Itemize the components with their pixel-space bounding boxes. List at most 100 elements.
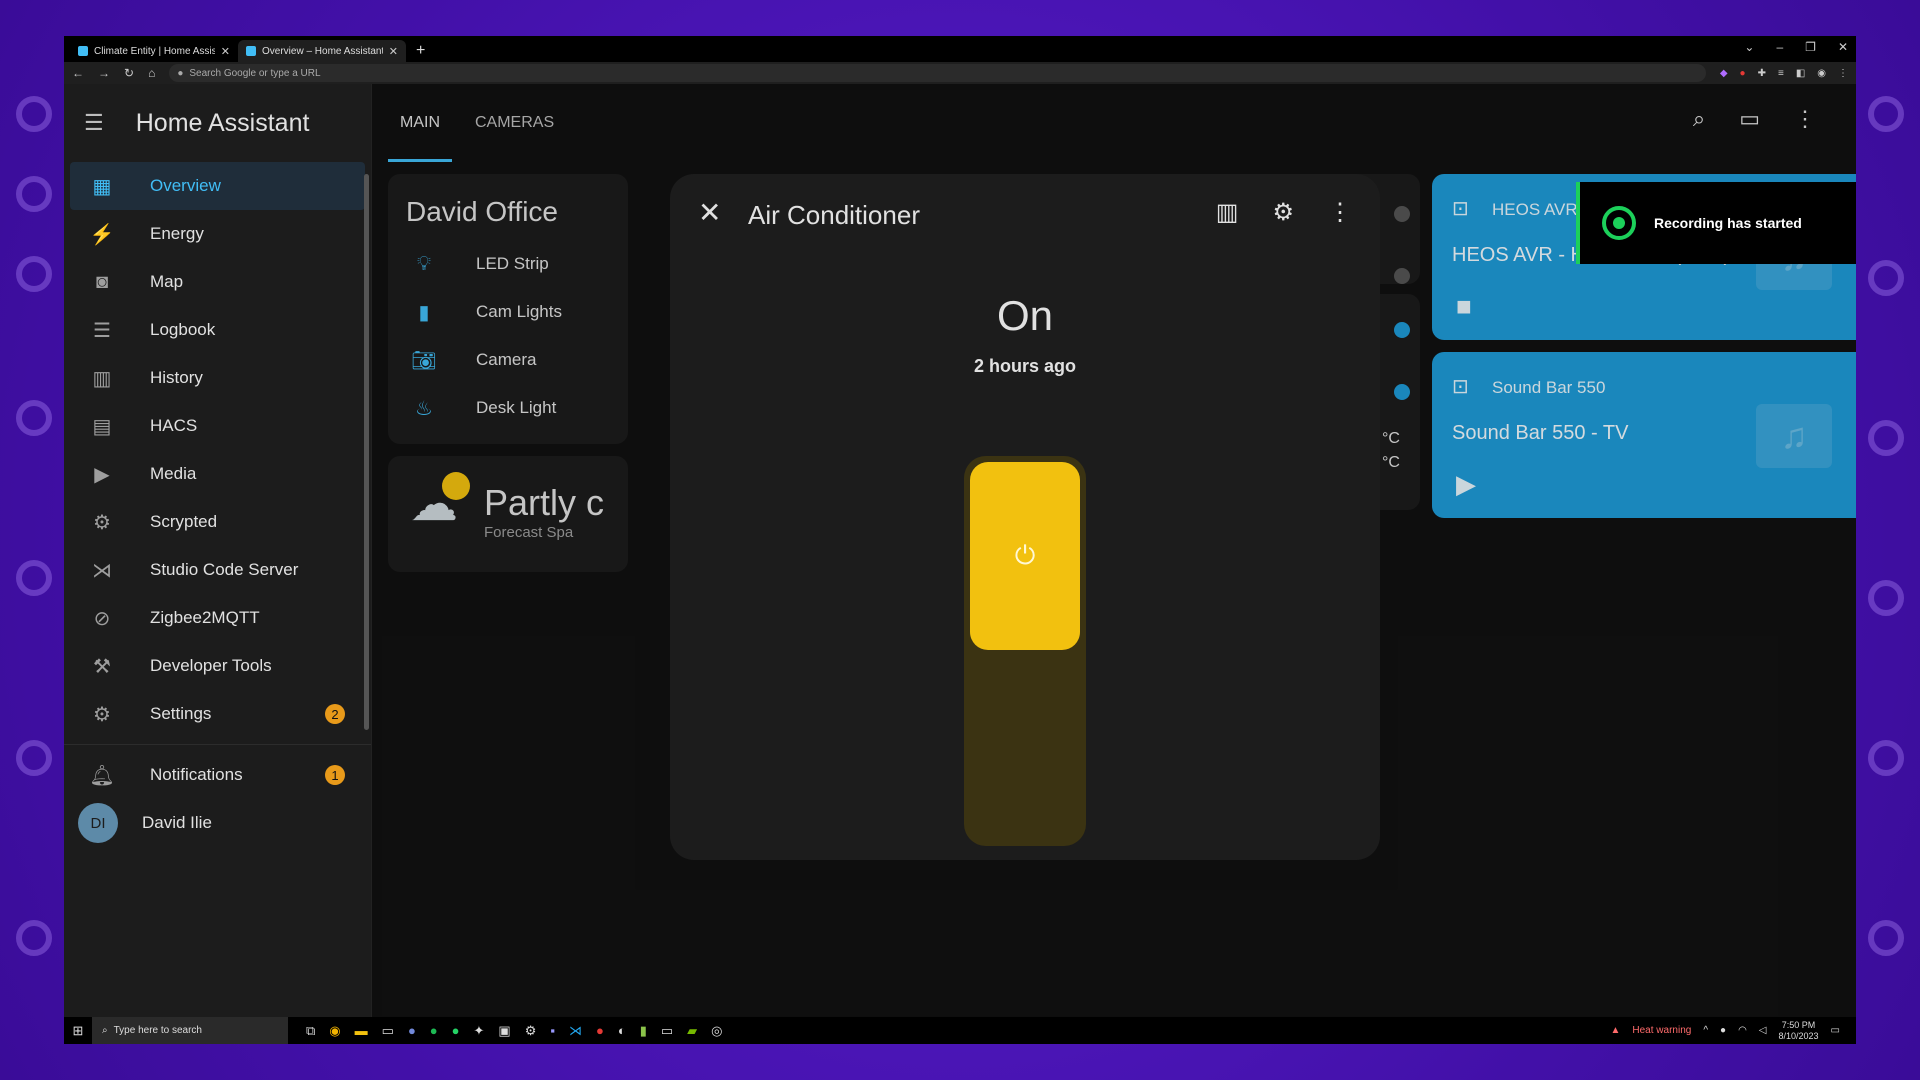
forward-arrow-icon[interactable]: → xyxy=(98,66,110,80)
profile-icon[interactable]: ◉ xyxy=(1817,68,1826,79)
obs-icon[interactable]: ◎ xyxy=(711,1023,722,1039)
toggle-on-segment[interactable]: ⏻ xyxy=(970,462,1080,650)
sidebar-item-settings[interactable]: ⚙ Settings 2 xyxy=(70,690,365,738)
premiere-icon[interactable]: ▪ xyxy=(550,1023,555,1039)
close-icon[interactable]: ✕ xyxy=(698,196,721,229)
chevron-up-icon[interactable]: ^ xyxy=(1703,1025,1708,1036)
extension-icons: ◆ ● ✚ ≡ ◧ ◉ ⋮ xyxy=(1720,68,1848,79)
menu-collapse-icon[interactable]: ☰ xyxy=(84,110,104,136)
zigbee-icon: ⊘ xyxy=(93,607,111,630)
sidebar-item-developer-tools[interactable]: ⚒ Developer Tools xyxy=(70,642,365,690)
spotify-icon[interactable]: ● xyxy=(430,1023,438,1039)
sidebar-item-map[interactable]: ◙ Map xyxy=(70,258,365,306)
close-icon[interactable]: ✕ xyxy=(389,45,398,58)
close-icon[interactable]: ✕ xyxy=(221,45,230,58)
backdrop-circle xyxy=(16,176,52,212)
chart-icon[interactable]: ▥ xyxy=(1216,198,1239,227)
windows-start-icon[interactable]: ⊞ xyxy=(64,1023,92,1039)
sidebar-item-energy[interactable]: ⚡ Energy xyxy=(70,210,365,258)
chrome-icon[interactable]: ◉ xyxy=(329,1023,340,1039)
lightning-icon: ⚡ xyxy=(89,223,115,246)
taskbar-search-input[interactable]: ⌕ Type here to search xyxy=(92,1017,288,1044)
sidebar-item-zigbee2mqtt[interactable]: ⊘ Zigbee2MQTT xyxy=(70,594,365,642)
nvidia-icon[interactable]: ▰ xyxy=(687,1023,697,1039)
windows-taskbar: ⊞ ⌕ Type here to search ⧉ ◉ ▬ ▭ ● ● ● ✦ … xyxy=(64,1017,1856,1044)
clock[interactable]: 7:50 PM 8/10/2023 xyxy=(1779,1020,1819,1042)
more-info-dialog: ✕ Air Conditioner ▥ ⚙ ⋮ On 2 hours ago ⏻ xyxy=(670,174,1380,860)
sidebar-item-label: Media xyxy=(150,464,197,483)
chevron-down-icon[interactable]: ⌄ xyxy=(1744,40,1754,54)
sidebar-item-label: Developer Tools xyxy=(150,656,272,675)
notepad-icon[interactable]: ▮ xyxy=(640,1023,647,1039)
sidebar-item-notifications[interactable]: 🔔︎ Notifications 1 xyxy=(70,751,365,799)
minimize-icon[interactable]: – xyxy=(1776,40,1783,54)
extension-icon[interactable]: ● xyxy=(1740,68,1746,79)
avatar: DI xyxy=(78,803,118,843)
microphone-icon[interactable]: ● xyxy=(1720,1025,1726,1036)
restore-icon[interactable]: ❐ xyxy=(1805,40,1816,54)
map-icon: ◙ xyxy=(95,270,109,293)
sidebar-item-media[interactable]: ▶ Media xyxy=(70,450,365,498)
extension-icon[interactable]: ◆ xyxy=(1720,68,1728,79)
heat-warning-icon[interactable]: ▲ xyxy=(1610,1025,1620,1036)
task-view-icon[interactable]: ⧉ xyxy=(306,1023,315,1039)
new-tab-button[interactable]: + xyxy=(406,40,435,62)
puzzle-icon[interactable]: ✚ xyxy=(1758,68,1766,79)
hacs-icon: ▤ xyxy=(92,415,112,438)
file-explorer-icon[interactable]: ▬ xyxy=(355,1023,368,1039)
app-icon[interactable]: ● xyxy=(596,1023,604,1039)
gear-icon: ⚙ xyxy=(93,703,111,726)
vscode-icon[interactable]: ⋊ xyxy=(569,1023,582,1039)
back-arrow-icon[interactable]: ← xyxy=(72,66,84,80)
address-placeholder: Search Google or type a URL xyxy=(189,67,321,79)
app-icon[interactable]: ◐ xyxy=(618,1023,626,1039)
sidebar-item-studio-code-server[interactable]: ⋊ Studio Code Server xyxy=(70,546,365,594)
discord-icon[interactable]: ● xyxy=(408,1023,416,1039)
tab-title: Climate Entity | Home Assistant xyxy=(94,45,215,57)
kebab-menu-icon[interactable]: ⋮ xyxy=(1838,68,1848,79)
sidepanel-icon[interactable]: ◧ xyxy=(1796,68,1805,79)
whatsapp-icon[interactable]: ● xyxy=(452,1023,460,1039)
history-icon: ▥ xyxy=(92,367,112,390)
home-assistant-favicon-icon xyxy=(246,46,256,56)
cmd-icon[interactable]: ▭ xyxy=(661,1023,673,1039)
gear-icon[interactable]: ⚙ xyxy=(1272,198,1294,227)
app-icon[interactable]: ▣ xyxy=(498,1023,510,1039)
terminal-icon[interactable]: ▭ xyxy=(382,1023,394,1039)
close-icon[interactable]: ✕ xyxy=(1838,40,1848,54)
sidebar-scrollbar[interactable] xyxy=(364,174,369,730)
sidebar-item-logbook[interactable]: ☰ Logbook xyxy=(70,306,365,354)
browser-tab[interactable]: Climate Entity | Home Assistant ✕ xyxy=(70,40,238,62)
sidebar-item-profile[interactable]: DI David Ilie xyxy=(70,799,365,847)
power-toggle[interactable]: ⏻ xyxy=(964,456,1086,846)
google-icon: ● xyxy=(177,67,184,79)
settings-icon[interactable]: ⚙ xyxy=(525,1023,537,1039)
notification-center-icon[interactable]: ▭ xyxy=(1831,1025,1840,1036)
browser-tab-bar: Climate Entity | Home Assistant ✕ Overvi… xyxy=(64,36,1856,62)
browser-tab-active[interactable]: Overview – Home Assistant ✕ xyxy=(238,40,406,62)
sidebar-item-label: Energy xyxy=(150,224,204,243)
sidebar-item-history[interactable]: ▥ History xyxy=(70,354,365,402)
sidebar-item-label: Overview xyxy=(150,176,221,195)
app-icon[interactable]: ✦ xyxy=(474,1023,485,1039)
sidebar-item-overview[interactable]: ▦ Overview xyxy=(70,162,365,210)
network-icon[interactable]: ◠ xyxy=(1738,1025,1747,1036)
power-icon: ⏻ xyxy=(1014,540,1036,570)
backdrop-circle xyxy=(1868,580,1904,616)
heat-warning-text[interactable]: Heat warning xyxy=(1632,1025,1691,1036)
playlist-icon[interactable]: ≡ xyxy=(1778,68,1784,79)
sidebar-item-label: Logbook xyxy=(150,320,216,339)
address-input[interactable]: ● Search Google or type a URL xyxy=(169,64,1706,82)
sidebar-item-label: Zigbee2MQTT xyxy=(150,608,260,627)
user-name: David Ilie xyxy=(142,813,212,832)
home-assistant-app: ☰ Home Assistant ▦ Overview ⚡ Energy ◙ M… xyxy=(64,84,1856,1017)
entity-state: On xyxy=(996,292,1054,339)
address-bar-row: ← → ↻ ⌂ ● Search Google or type a URL ◆ … xyxy=(64,62,1856,84)
kebab-menu-icon[interactable]: ⋮ xyxy=(1328,198,1352,227)
sidebar-item-hacs[interactable]: ▤ HACS xyxy=(70,402,365,450)
taskbar-apps: ⧉ ◉ ▬ ▭ ● ● ● ✦ ▣ ⚙ ▪ ⋊ ● ◐ ▮ ▭ ▰ ◎ xyxy=(306,1023,723,1039)
sidebar-item-scrypted[interactable]: ⚙ Scrypted xyxy=(70,498,365,546)
reload-icon[interactable]: ↻ xyxy=(124,66,134,80)
home-icon[interactable]: ⌂ xyxy=(148,66,155,80)
volume-icon[interactable]: ◁ xyxy=(1759,1025,1767,1036)
